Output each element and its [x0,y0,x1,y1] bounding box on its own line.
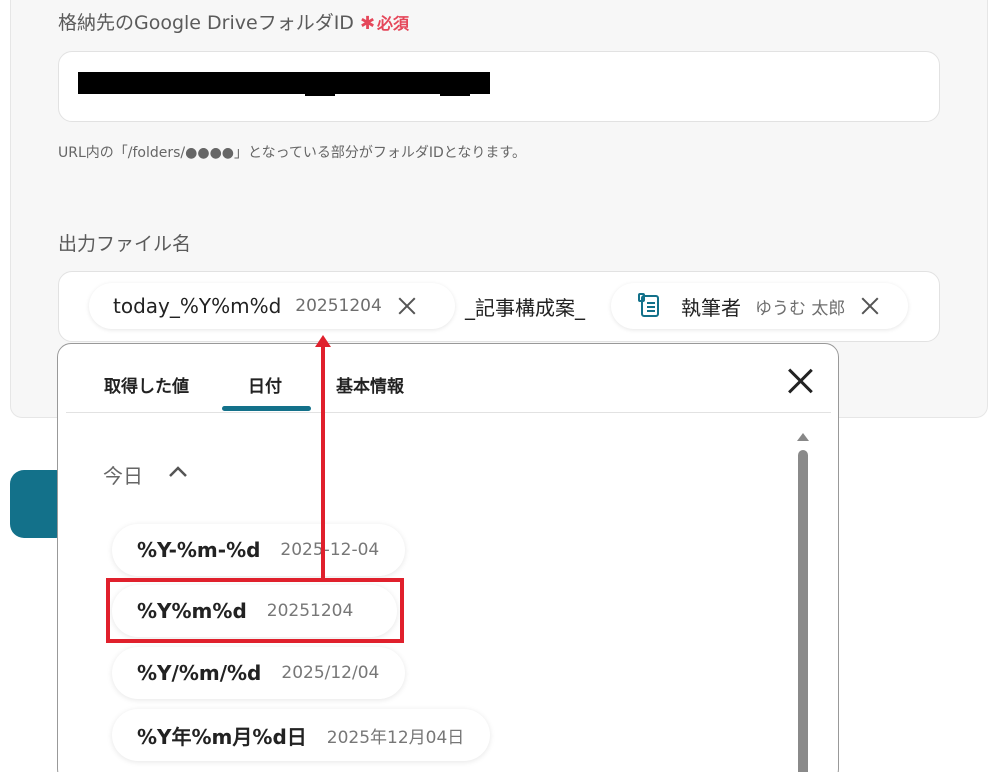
folder-id-hint: URL内の「/folders/●●●●」となっている部分がフォルダIDとなります… [58,145,526,161]
active-tab-indicator [222,406,311,411]
date-format-example: 2025年12月04日 [326,727,465,748]
date-token-main: today_%Y%m%d [113,294,282,318]
scroll-up-arrow-icon[interactable] [797,433,809,441]
annotation-arrow-line [321,344,325,578]
date-token-value: 20251204 [295,296,382,316]
date-token-chip[interactable]: today_%Y%m%d 20251204 [89,283,455,329]
tab-divider [66,412,831,413]
filename-label: 出力ファイル名 [58,233,192,255]
date-format-pattern: %Y-%m-%d [137,538,261,562]
annotation-arrow-head-icon [315,335,331,347]
section-today-title[interactable]: 今日 [103,460,143,489]
date-format-option[interactable]: %Y/%m/%d 2025/12/04 [112,647,406,699]
annotation-highlight-box [106,578,404,643]
author-token-value: ゆうむ 太郎 [755,298,846,319]
required-star-icon: ✱ [359,13,376,34]
folder-id-label-text: 格納先のGoogle DriveフォルダID [58,12,354,34]
remove-chip-icon[interactable] [396,295,418,317]
date-format-option[interactable]: %Y-%m-%d 2025-12-04 [112,524,406,576]
date-format-option[interactable]: %Y年%m月%d日 2025年12月04日 [112,709,491,761]
author-token-main: 執筆者 [681,295,741,320]
remove-chip-icon[interactable] [859,295,881,317]
tab-date[interactable]: 日付 [248,372,282,397]
date-format-pattern: %Y年%m月%d日 [137,724,307,749]
chevron-up-icon[interactable] [168,462,188,482]
folder-id-label: 格納先のGoogle DriveフォルダID ✱ 必須 [58,8,409,35]
redaction-mark [440,92,470,96]
form-field-icon [638,293,659,317]
redacted-folder-id [78,72,490,94]
author-token-chip[interactable]: 執筆者 ゆうむ 太郎 [611,283,908,329]
date-format-example: 2025-12-04 [280,540,380,560]
date-format-pattern: %Y/%m/%d [137,661,262,685]
scrollbar-thumb[interactable] [798,450,808,772]
tab-acquired-values[interactable]: 取得した値 [104,372,189,397]
tab-basic-info[interactable]: 基本情報 [336,372,404,397]
redaction-mark [305,92,335,96]
date-format-example: 2025/12/04 [281,663,380,683]
close-icon[interactable] [787,368,813,394]
required-badge: 必須 [377,14,410,33]
filename-separator-text: _記事構成案_ [465,296,585,320]
